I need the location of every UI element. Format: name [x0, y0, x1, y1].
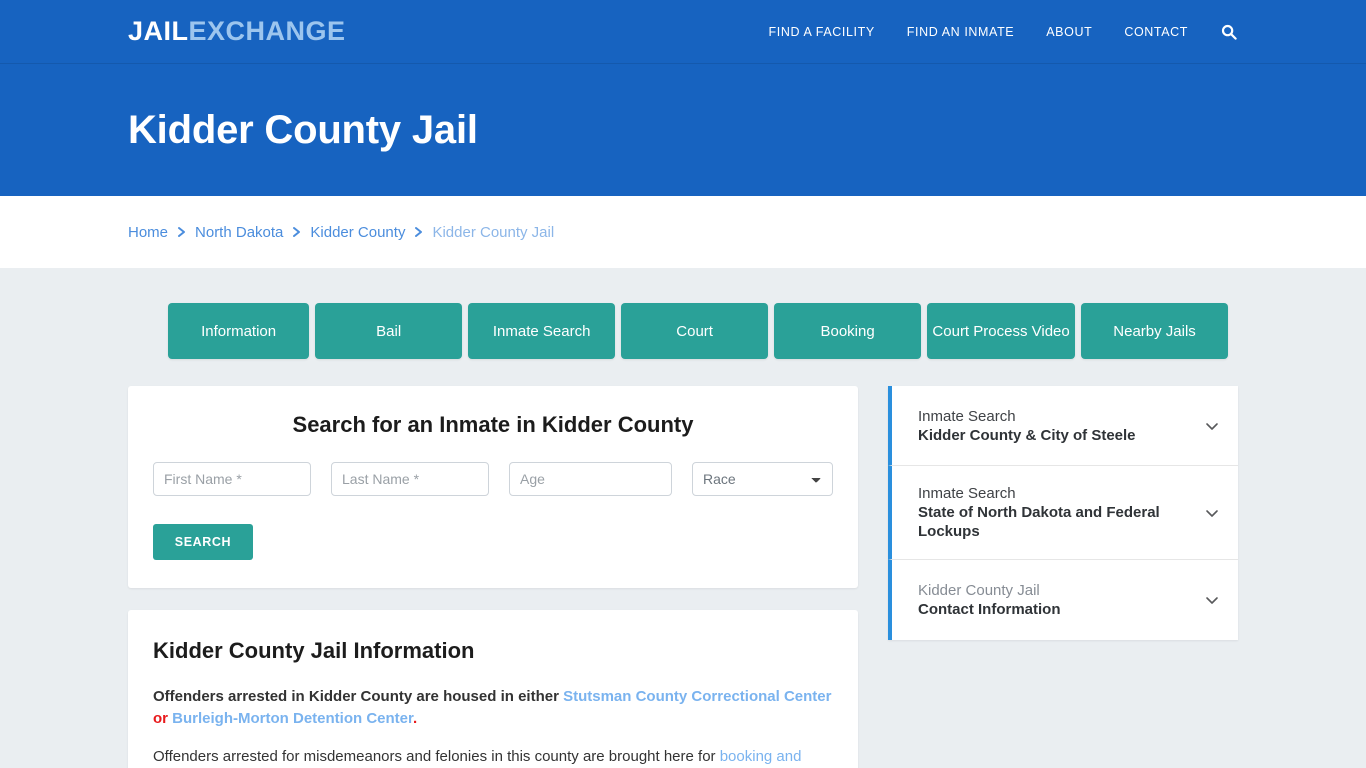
left-column: Search for an Inmate in Kidder County Ra… [128, 386, 858, 768]
breadcrumb-item-home[interactable]: Home [128, 224, 168, 241]
link-stutsman-county-correctional-center[interactable]: Stutsman County Correctional Center [563, 688, 831, 705]
accordion-item-text: Kidder County Jail Contact Information [918, 581, 1202, 619]
jail-information-panel: Kidder County Jail Information Offenders… [128, 610, 858, 768]
breadcrumb-item-current: Kidder County Jail [432, 223, 555, 241]
content-area: Information Bail Inmate Search Court Boo… [0, 268, 1366, 768]
chevron-right-icon [177, 226, 186, 238]
nav-item-contact[interactable]: CONTACT [1124, 25, 1188, 39]
chevron-right-icon [292, 226, 301, 238]
accordion-item-inmate-search-county[interactable]: Inmate Search Kidder County & City of St… [888, 386, 1238, 466]
search-button[interactable]: SEARCH [153, 524, 253, 560]
accordion-item-text: Inmate Search Kidder County & City of St… [918, 407, 1202, 445]
accordion-item-line1: Inmate Search [918, 407, 1016, 425]
jail-housing-alert: Offenders arrested in Kidder County are … [153, 686, 833, 730]
right-column: Inmate Search Kidder County & City of St… [888, 386, 1238, 640]
accordion-item-text: Inmate Search State of North Dakota and … [918, 484, 1202, 541]
tab-booking[interactable]: Booking [774, 303, 922, 359]
accordion-item-line1: Inmate Search [918, 485, 1016, 502]
accordion-item-line2: Contact Information [918, 601, 1061, 618]
alert-pre-text: Offenders arrested in Kidder County are … [153, 688, 564, 705]
tab-nearby-jails[interactable]: Nearby Jails [1081, 303, 1229, 359]
logo-text-exchange: EXCHANGE [188, 16, 346, 46]
tab-information[interactable]: Information [168, 303, 310, 359]
accordion-item-contact-information[interactable]: Kidder County Jail Contact Information [888, 560, 1238, 640]
logo-text-jail: JAIL [128, 16, 189, 46]
breadcrumb-item-kidder-county[interactable]: Kidder County [310, 224, 405, 241]
section-tabs: Information Bail Inmate Search Court Boo… [168, 303, 1229, 359]
link-burleigh-morton-detention-center[interactable]: Burleigh-Morton Detention Center [172, 710, 413, 727]
accordion-item-line1: Kidder County Jail [918, 582, 1040, 599]
site-logo[interactable]: JAILEXCHANGE [128, 18, 346, 45]
inmate-search-title: Search for an Inmate in Kidder County [292, 412, 694, 437]
jail-information-paragraph: Offenders arrested for misdemeanors and … [153, 746, 833, 768]
search-icon[interactable] [1220, 23, 1238, 41]
site-header: JAILEXCHANGE FIND A FACILITY FIND AN INM… [0, 0, 1366, 64]
first-name-input[interactable] [153, 462, 311, 496]
race-select[interactable]: Race [692, 462, 833, 496]
chevron-down-icon[interactable] [1202, 590, 1222, 610]
tab-inmate-search[interactable]: Inmate Search [468, 303, 616, 359]
chevron-down-icon[interactable] [1202, 416, 1222, 436]
nav-item-find-an-inmate[interactable]: FIND AN INMATE [907, 25, 1014, 39]
page-title: Kidder County Jail [128, 107, 478, 152]
jail-information-title: Kidder County Jail Information [153, 638, 475, 663]
tab-court-process-video[interactable]: Court Process Video [927, 303, 1076, 359]
chevron-right-icon [414, 226, 423, 238]
age-input[interactable] [509, 462, 672, 496]
accordion-item-line2: State of North Dakota and Federal Lockup… [918, 504, 1160, 540]
inmate-search-panel: Search for an Inmate in Kidder County Ra… [128, 386, 858, 588]
last-name-input[interactable] [331, 462, 489, 496]
accordion-item-inmate-search-state[interactable]: Inmate Search State of North Dakota and … [888, 466, 1238, 560]
tab-bail[interactable]: Bail [315, 303, 463, 359]
alert-post-text: . [413, 710, 418, 727]
tab-court[interactable]: Court [621, 303, 769, 359]
main-navigation: FIND A FACILITY FIND AN INMATE ABOUT CON… [769, 23, 1238, 41]
nav-item-about[interactable]: ABOUT [1046, 25, 1092, 39]
inmate-search-fields: Race [146, 462, 840, 496]
breadcrumb-bar: Home North Dakota Kidder County Kidder C… [0, 196, 1366, 268]
accordion-item-line2: Kidder County & City of Steele [918, 426, 1136, 444]
paragraph-part-1: Offenders arrested for misdemeanors and … [153, 748, 720, 765]
nav-item-find-a-facility[interactable]: FIND A FACILITY [769, 25, 875, 39]
breadcrumb: Home North Dakota Kidder County Kidder C… [128, 224, 554, 241]
alert-mid-text: or [153, 710, 173, 727]
breadcrumb-item-north-dakota[interactable]: North Dakota [195, 224, 283, 241]
page-hero: Kidder County Jail [0, 64, 1366, 196]
chevron-down-icon[interactable] [1202, 503, 1222, 523]
sidebar-accordion: Inmate Search Kidder County & City of St… [888, 386, 1238, 640]
